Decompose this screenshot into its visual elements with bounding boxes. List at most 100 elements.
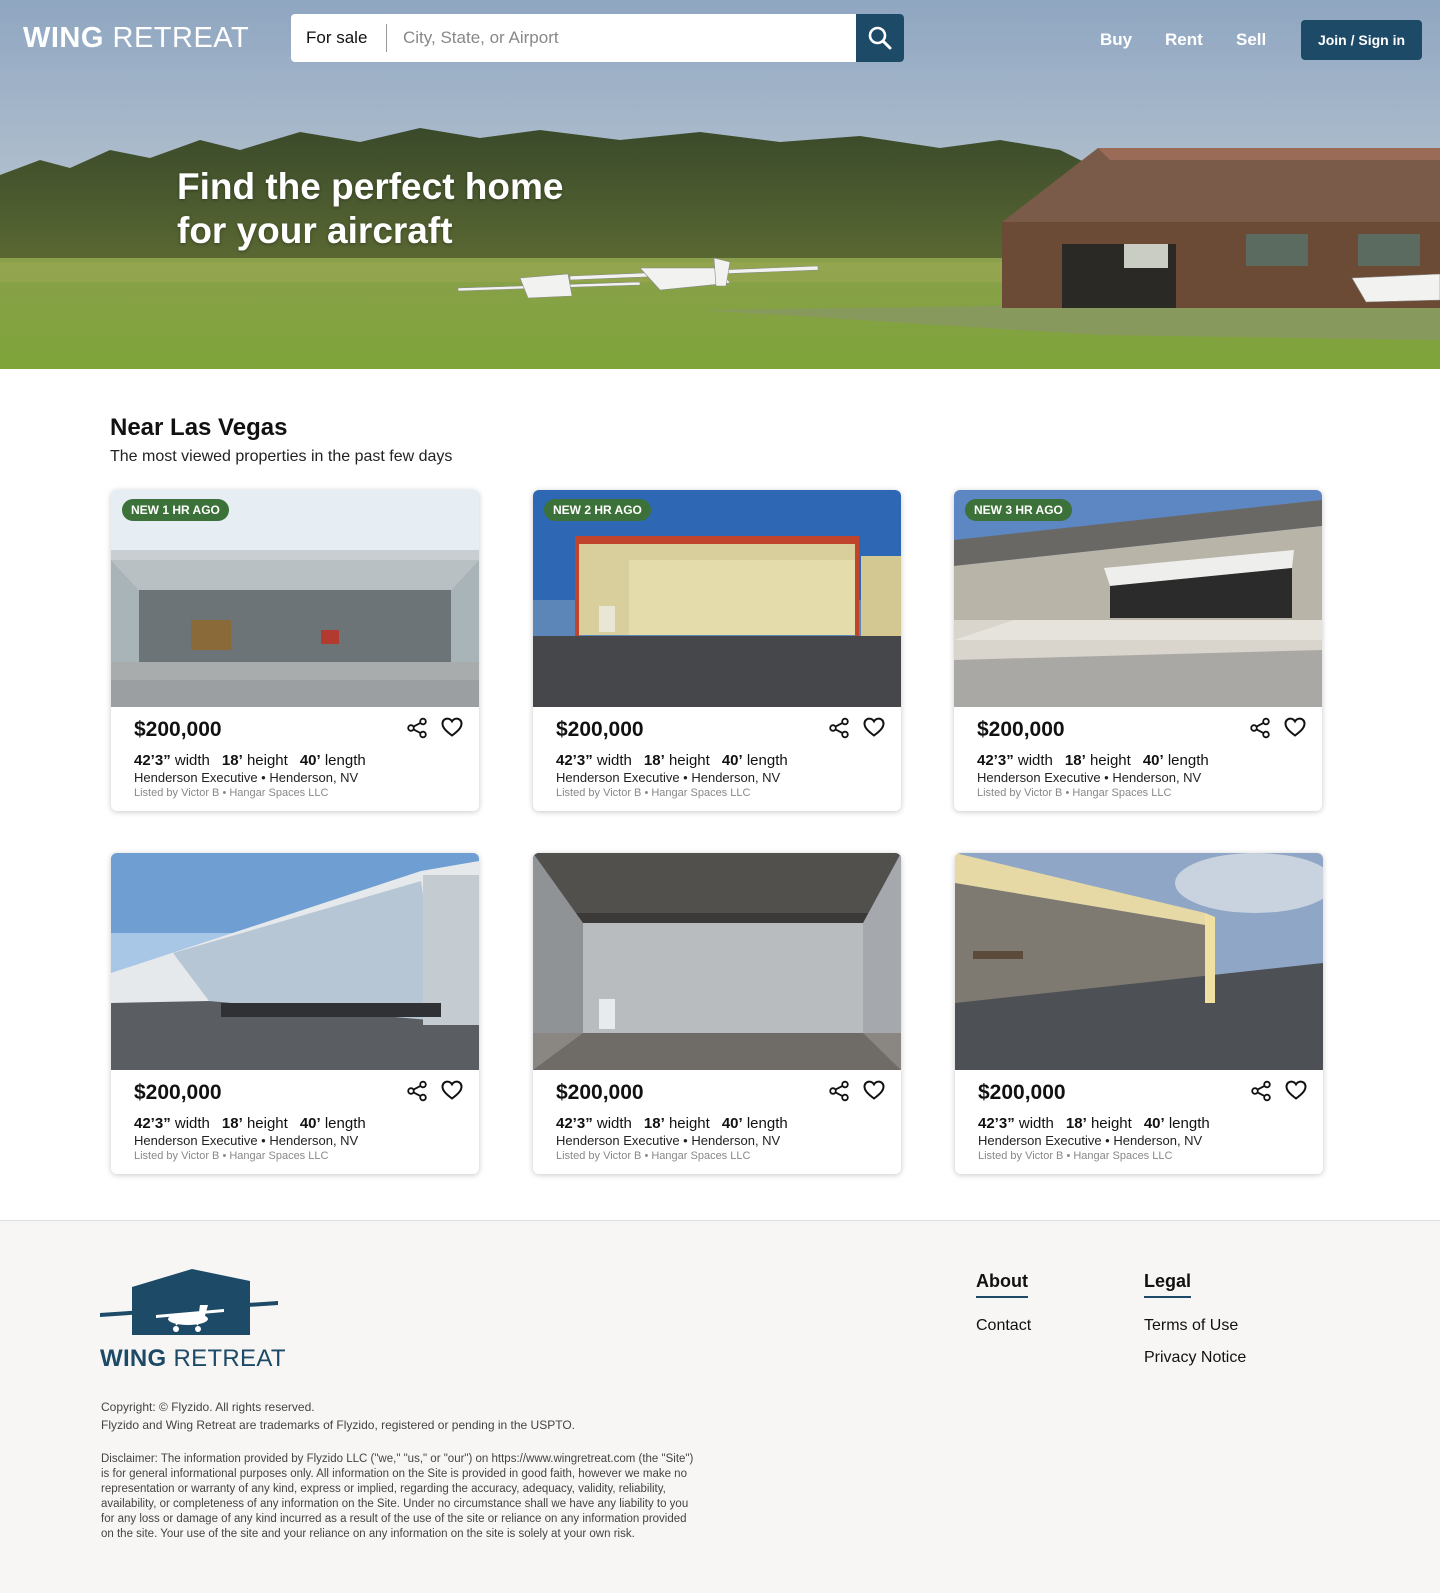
width-value: 42’3”: [977, 752, 1014, 769]
search-input[interactable]: [387, 14, 856, 62]
listing-dimensions: 42’3” width 18’ height 40’ length: [977, 752, 1209, 769]
nav-buy[interactable]: Buy: [1100, 30, 1132, 50]
new-listing-badge: NEW 2 HR AGO: [544, 499, 651, 521]
footer-link-terms[interactable]: Terms of Use: [1144, 1317, 1238, 1335]
listing-card[interactable]: NEW 2 HR AGO $200,000 42’3” width 18’ heigh…: [533, 490, 901, 811]
listing-photo[interactable]: [111, 853, 479, 1070]
share-icon[interactable]: [828, 1080, 850, 1102]
nav-rent[interactable]: Rent: [1165, 30, 1203, 50]
listing-dimensions: 42’3” width 18’ height 40’ length: [556, 1115, 788, 1132]
listing-price: $200,000: [556, 1081, 644, 1104]
listing-photo[interactable]: [954, 490, 1322, 707]
top-navigation: WING RETREAT For sale Buy Rent Sell Join…: [0, 0, 1440, 80]
width-value: 42’3”: [978, 1115, 1015, 1132]
listing-card[interactable]: $200,000 42’3” width 18’ height 40’ length H…: [533, 853, 901, 1174]
logo-word-2: RETREAT: [112, 22, 250, 54]
listing-price: $200,000: [978, 1081, 1066, 1104]
height-label: height: [246, 1115, 288, 1132]
height-label: height: [246, 752, 288, 769]
listing-photo[interactable]: [533, 490, 901, 707]
listing-price: $200,000: [134, 718, 222, 741]
search-bar: For sale: [291, 14, 904, 62]
nav-sell[interactable]: Sell: [1236, 30, 1266, 50]
heart-icon[interactable]: [1284, 1078, 1308, 1102]
listing-lister: Listed by Victor B • Hangar Spaces LLC: [977, 787, 1172, 799]
hero-headline-line-2: for your aircraft: [177, 210, 453, 251]
width-label: width: [596, 752, 632, 769]
length-label: length: [324, 1115, 366, 1132]
heart-icon[interactable]: [1283, 715, 1307, 739]
hangar-plane-logo: [100, 1269, 278, 1335]
height-value: 18’: [221, 1115, 243, 1132]
listing-lister: Listed by Victor B • Hangar Spaces LLC: [556, 787, 751, 799]
height-label: height: [1090, 1115, 1132, 1132]
height-value: 18’: [1064, 752, 1086, 769]
height-label: height: [668, 752, 710, 769]
share-icon[interactable]: [1249, 717, 1271, 739]
disclaimer-text: Disclaimer: The information provided by …: [101, 1453, 694, 1540]
footer-link-privacy[interactable]: Privacy Notice: [1144, 1349, 1246, 1367]
heart-icon[interactable]: [862, 715, 886, 739]
footer-logo-word-1: WING: [100, 1345, 167, 1372]
hero-headline: Find the perfect home for your aircraft: [177, 165, 563, 253]
new-listing-badge: NEW 3 HR AGO: [965, 499, 1072, 521]
listing-photo[interactable]: [955, 853, 1323, 1070]
height-label: height: [1089, 752, 1131, 769]
length-value: 40’: [1142, 752, 1164, 769]
share-icon[interactable]: [406, 1080, 428, 1102]
share-icon[interactable]: [406, 717, 428, 739]
listing-dimensions: 42’3” width 18’ height 40’ length: [978, 1115, 1210, 1132]
search-button[interactable]: [856, 14, 904, 62]
length-value: 40’: [721, 752, 743, 769]
footer-logo-text[interactable]: WING RETREAT: [100, 1345, 286, 1373]
length-label: length: [1167, 752, 1209, 769]
share-icon[interactable]: [828, 717, 850, 739]
height-label: height: [668, 1115, 710, 1132]
listing-card[interactable]: NEW 1 HR AGO $200,000 42’3” width 18’ heigh…: [111, 490, 479, 811]
length-label: length: [324, 752, 366, 769]
listing-photo[interactable]: [533, 853, 901, 1070]
width-label: width: [174, 1115, 210, 1132]
width-label: width: [596, 1115, 632, 1132]
length-value: 40’: [299, 1115, 321, 1132]
heart-icon[interactable]: [862, 1078, 886, 1102]
listing-location: Henderson Executive • Henderson, NV: [556, 770, 781, 785]
length-label: length: [746, 752, 788, 769]
listing-card[interactable]: $200,000 42’3” width 18’ height 40’ length H…: [955, 853, 1323, 1174]
listing-photo[interactable]: [111, 490, 479, 707]
heart-icon[interactable]: [440, 1078, 464, 1102]
footer-logo-word-2: RETREAT: [173, 1345, 286, 1372]
listing-card[interactable]: NEW 3 HR AGO $200,000 42’3” width 18’ heigh…: [954, 490, 1322, 811]
length-value: 40’: [1143, 1115, 1165, 1132]
listing-lister: Listed by Victor B • Hangar Spaces LLC: [556, 1150, 751, 1162]
site-footer: WING RETREAT Copyright: © Flyzido. All r…: [0, 1220, 1440, 1593]
height-value: 18’: [643, 1115, 665, 1132]
logo-word-1: WING: [23, 22, 104, 54]
width-value: 42’3”: [134, 1115, 171, 1132]
heart-icon[interactable]: [440, 715, 464, 739]
length-value: 40’: [721, 1115, 743, 1132]
site-logo[interactable]: WING RETREAT: [23, 22, 249, 55]
share-icon[interactable]: [1250, 1080, 1272, 1102]
height-value: 18’: [643, 752, 665, 769]
listing-location: Henderson Executive • Henderson, NV: [978, 1133, 1203, 1148]
listing-dimensions: 42’3” width 18’ height 40’ length: [134, 752, 366, 769]
height-value: 18’: [221, 752, 243, 769]
listing-location: Henderson Executive • Henderson, NV: [134, 1133, 359, 1148]
listing-lister: Listed by Victor B • Hangar Spaces LLC: [134, 787, 329, 799]
listing-card[interactable]: $200,000 42’3” width 18’ height 40’ length H…: [111, 853, 479, 1174]
search-mode-select[interactable]: For sale: [291, 24, 387, 52]
join-signin-button[interactable]: Join / Sign in: [1301, 20, 1422, 60]
hero-banner: WING RETREAT For sale Buy Rent Sell Join…: [0, 0, 1440, 369]
hero-headline-line-1: Find the perfect home: [177, 166, 564, 207]
listing-dimensions: 42’3” width 18’ height 40’ length: [556, 752, 788, 769]
width-value: 42’3”: [134, 752, 171, 769]
trademark-text: Flyzido and Wing Retreat are trademarks …: [101, 1418, 575, 1432]
width-value: 42’3”: [556, 1115, 593, 1132]
listing-lister: Listed by Victor B • Hangar Spaces LLC: [134, 1150, 329, 1162]
length-label: length: [1168, 1115, 1210, 1132]
listing-location: Henderson Executive • Henderson, NV: [134, 770, 359, 785]
section-subtitle: The most viewed properties in the past f…: [110, 448, 453, 465]
listing-lister: Listed by Victor B • Hangar Spaces LLC: [978, 1150, 1173, 1162]
footer-link-contact[interactable]: Contact: [976, 1317, 1031, 1335]
